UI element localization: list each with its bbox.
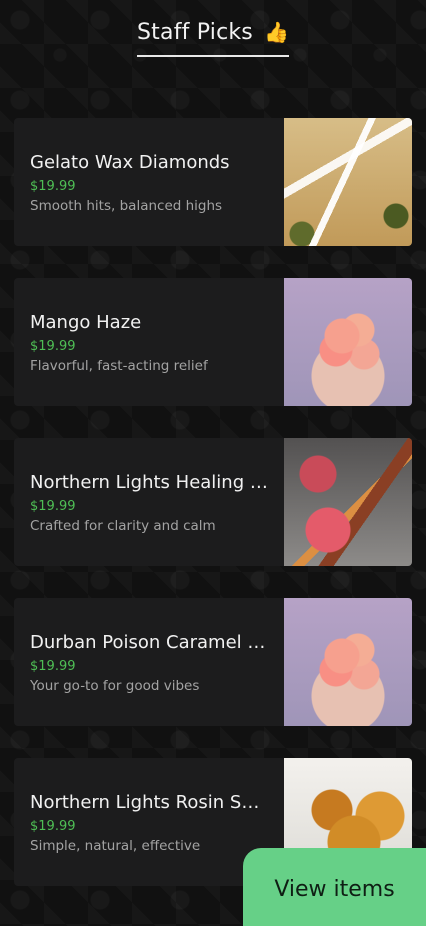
product-description: Your go-to for good vibes (30, 678, 200, 694)
product-description: Smooth hits, balanced highs (30, 198, 223, 214)
product-price: $19.99 (30, 339, 76, 354)
product-price: $19.99 (30, 819, 76, 834)
page-title-wrapper: Staff Picks 👍 (137, 20, 289, 57)
product-image[interactable] (284, 118, 412, 246)
staff-picks-screen: Staff Picks 👍 Gelato Wax Diamonds $19.99… (0, 0, 426, 926)
thumbs-up-icon: 👍 (264, 20, 289, 44)
product-card[interactable]: Gelato Wax Diamonds $19.99 Smooth hits, … (14, 118, 412, 246)
product-info: Northern Lights Healing S... $19.99 Craf… (30, 472, 268, 534)
product-image[interactable] (284, 598, 412, 726)
product-list: Gelato Wax Diamonds $19.99 Smooth hits, … (14, 118, 412, 918)
product-description: Simple, natural, effective (30, 838, 201, 854)
product-card[interactable]: Northern Lights Healing S... $19.99 Craf… (14, 438, 412, 566)
product-price: $19.99 (30, 659, 76, 674)
product-image[interactable] (284, 438, 412, 566)
product-card[interactable]: Mango Haze $19.99 Flavorful, fast-acting… (14, 278, 412, 406)
product-info: Gelato Wax Diamonds $19.99 Smooth hits, … (30, 152, 268, 214)
product-name: Durban Poison Caramel C... (30, 632, 268, 653)
product-name: Northern Lights Healing S... (30, 472, 268, 493)
product-description: Flavorful, fast-acting relief (30, 358, 208, 374)
product-name: Gelato Wax Diamonds (30, 152, 230, 173)
page-title: Staff Picks (137, 20, 253, 45)
product-name: Mango Haze (30, 312, 142, 333)
product-description: Crafted for clarity and calm (30, 518, 216, 534)
product-info: Mango Haze $19.99 Flavorful, fast-acting… (30, 312, 268, 374)
product-name: Northern Lights Rosin Sau... (30, 792, 268, 813)
product-card[interactable]: Durban Poison Caramel C... $19.99 Your g… (14, 598, 412, 726)
product-image[interactable] (284, 278, 412, 406)
view-items-button[interactable]: View items (243, 848, 426, 926)
product-info: Durban Poison Caramel C... $19.99 Your g… (30, 632, 268, 694)
product-info: Northern Lights Rosin Sau... $19.99 Simp… (30, 792, 268, 854)
product-price: $19.99 (30, 499, 76, 514)
product-price: $19.99 (30, 179, 76, 194)
page-header: Staff Picks 👍 (0, 20, 426, 57)
